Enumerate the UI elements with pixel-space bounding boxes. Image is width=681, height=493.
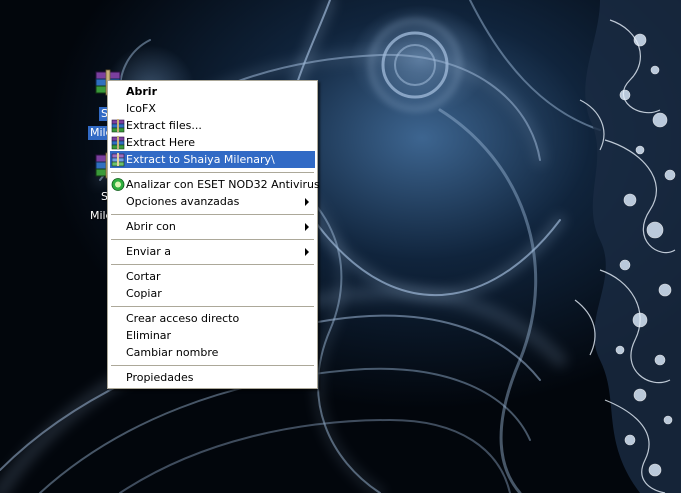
menu-item-enviar-a[interactable]: Enviar a: [108, 243, 317, 260]
menu-item-extract-files[interactable]: Extract files...: [108, 117, 317, 134]
submenu-arrow-icon: [305, 223, 309, 231]
menu-item-eliminar[interactable]: Eliminar: [108, 327, 317, 344]
menu-separator: [111, 239, 314, 240]
menu-item-label: IcoFX: [126, 102, 156, 115]
menu-item-abrir[interactable]: Abrir: [108, 83, 317, 100]
menu-item-extract-to-folder[interactable]: Extract to Shaiya Milenary\: [110, 151, 315, 168]
menu-item-label: Extract to Shaiya Milenary\: [126, 153, 275, 166]
eset-icon: [111, 178, 125, 191]
menu-item-label: Crear acceso directo: [126, 312, 240, 325]
menu-item-eset-scan[interactable]: Analizar con ESET NOD32 Antivirus: [108, 176, 320, 193]
menu-item-label: Propiedades: [126, 371, 194, 384]
menu-item-label: Extract files...: [126, 119, 202, 132]
menu-item-cambiar-nombre[interactable]: Cambiar nombre: [108, 344, 317, 361]
menu-separator: [111, 365, 314, 366]
menu-separator: [111, 264, 314, 265]
submenu-arrow-icon: [305, 248, 309, 256]
menu-item-label: Enviar a: [126, 245, 171, 258]
menu-item-cortar[interactable]: Cortar: [108, 268, 317, 285]
menu-item-label: Abrir: [126, 85, 158, 98]
menu-separator: [111, 214, 314, 215]
submenu-arrow-icon: [305, 198, 309, 206]
winrar-icon: [111, 136, 125, 150]
menu-item-propiedades[interactable]: Propiedades: [108, 369, 317, 386]
menu-separator: [111, 306, 314, 307]
winrar-icon: [111, 153, 125, 167]
menu-item-abrir-con[interactable]: Abrir con: [108, 218, 317, 235]
menu-item-extract-here[interactable]: Extract Here: [108, 134, 317, 151]
menu-item-icofx[interactable]: IcoFX: [108, 100, 317, 117]
menu-item-opciones-avanzadas[interactable]: Opciones avanzadas: [108, 193, 317, 210]
desktop[interactable]: Sh Milena Sh Milena Abrir IcoFX Extract …: [0, 0, 681, 493]
menu-item-label: Cortar: [126, 270, 161, 283]
winrar-icon: [111, 119, 125, 133]
menu-item-label: Copiar: [126, 287, 162, 300]
menu-item-label: Opciones avanzadas: [126, 195, 240, 208]
menu-item-label: Extract Here: [126, 136, 195, 149]
context-menu: Abrir IcoFX Extract files... Extract Her…: [107, 80, 320, 389]
menu-separator: [111, 172, 314, 173]
menu-item-copiar[interactable]: Copiar: [108, 285, 317, 302]
menu-item-label: Abrir con: [126, 220, 176, 233]
menu-item-label: Analizar con ESET NOD32 Antivirus: [126, 178, 320, 191]
menu-item-label: Cambiar nombre: [126, 346, 219, 359]
menu-item-label: Eliminar: [126, 329, 172, 342]
menu-item-crear-acceso-directo[interactable]: Crear acceso directo: [108, 310, 317, 327]
